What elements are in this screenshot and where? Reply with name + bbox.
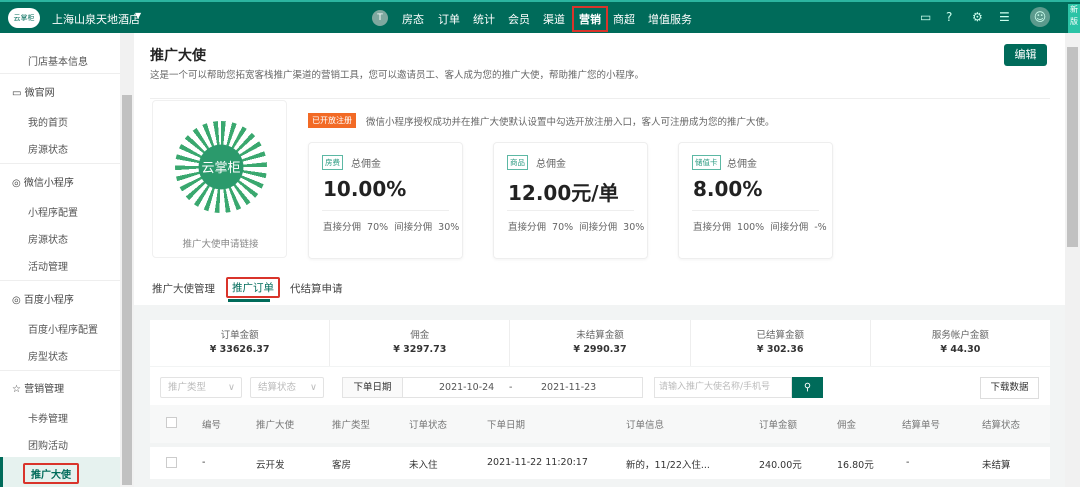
date-range-picker[interactable]: 下单日期 2021-10-24 - 2021-11-23 (342, 377, 643, 398)
gear-icon[interactable]: ⚙ (972, 10, 983, 24)
main-content: 推广大使 这是一个可以帮助您拓宽客栈推广渠道的营销工具，您可以邀请员工、客人成为… (134, 33, 1065, 487)
sidebar: 门店基本信息 ▭ 微官网 我的首页 房源状态 ◎ 微信小程序 小程序配置 房源状… (0, 33, 120, 487)
sidebar-item[interactable]: 百度小程序配置 (28, 321, 98, 336)
commission-card-room: 房费 总佣金 10.00% 直接分佣 70% 间接分佣 30% (308, 142, 463, 259)
stats-summary: 订单金额 ¥ 33626.37 佣金 ¥ 3297.73 未结算金额 ¥ 2990.3… (150, 320, 1050, 366)
caret-down-icon[interactable]: ▼ (135, 11, 141, 20)
avatar[interactable]: ☺ (1030, 7, 1050, 27)
sidebar-scrollbar[interactable] (120, 33, 134, 487)
sidebar-item[interactable]: 卡券管理 (28, 410, 68, 425)
message-icon[interactable]: ▭ (920, 10, 931, 24)
filter-bar: 推广类型 ∨ 结算状态 ∨ 下单日期 2021-10-24 - 2021-11-23… (150, 367, 1050, 405)
marketing-icon: ☆ (12, 384, 25, 395)
select-all-checkbox[interactable] (166, 417, 177, 428)
commission-card-goods: 商品 总佣金 12.00元/单 直接分佣 70% 间接分佣 30% (493, 142, 648, 259)
nav-value-added[interactable]: 增值服务 (648, 11, 692, 27)
tab-ambassador-management[interactable]: 推广大使管理 (152, 281, 215, 296)
nav-channels[interactable]: 渠道 (543, 11, 565, 27)
nav-marketing[interactable]: 营销 (572, 6, 608, 32)
help-icon[interactable]: ? (946, 10, 952, 24)
menu-icon[interactable]: ☰ (999, 10, 1010, 24)
search-icon: ⚲ (803, 382, 812, 393)
sidebar-item[interactable]: 我的首页 (28, 114, 68, 129)
sidebar-item[interactable]: 房源状态 (28, 231, 68, 246)
download-button[interactable]: 下载数据 (980, 377, 1039, 399)
sidebar-item[interactable]: 房源状态 (28, 141, 68, 156)
sidebar-item[interactable]: 房型状态 (28, 348, 68, 363)
nav-stats[interactable]: 统计 (473, 11, 495, 27)
notice-text: 微信小程序授权成功并在推广大使默认设置中勾选开放注册入口，客人可注册成为您的推广… (366, 117, 775, 128)
edit-button[interactable]: 编辑 (1004, 44, 1047, 66)
sidebar-group-marketing[interactable]: ☆ 营销管理 (12, 380, 64, 395)
row-checkbox[interactable] (166, 457, 177, 468)
tab-settlement-requests[interactable]: 代结算申请 (290, 281, 343, 296)
search-input[interactable]: 请输入推广大使名称/手机号 (654, 377, 792, 398)
sidebar-item[interactable]: 团购活动 (28, 437, 68, 452)
new-version-tag[interactable]: 新版 (1068, 4, 1080, 34)
sidebar-group-wechat[interactable]: ◎ 微信小程序 (12, 174, 74, 189)
nav-mall[interactable]: 商超 (613, 11, 635, 27)
nav-room-status[interactable]: 房态 (402, 11, 424, 27)
commission-card-stored-value: 储值卡 总佣金 8.00% 直接分佣 100% 间接分佣 -% (678, 142, 833, 259)
sidebar-item[interactable]: 活动管理 (28, 258, 68, 273)
pin-icon[interactable]: T (372, 10, 388, 26)
sidebar-item[interactable]: 小程序配置 (28, 204, 78, 219)
search-button[interactable]: ⚲ (792, 377, 823, 398)
sidebar-group-website[interactable]: ▭ 微官网 (12, 84, 55, 99)
qr-code-card[interactable]: 云掌柜 推广大使申请链接 (152, 100, 287, 258)
registration-open-badge: 已开放注册 (308, 113, 356, 128)
table-header: 编号 推广大使 推广类型 订单状态 下单日期 订单信息 订单金额 佣金 结算单号… (150, 405, 1050, 443)
monitor-icon: ▭ (12, 88, 25, 99)
tab-promotion-orders[interactable]: 推广订单 (226, 277, 280, 298)
main-scrollbar[interactable] (1065, 33, 1080, 487)
page-title: 推广大使 (150, 48, 206, 64)
compass-icon: ◎ (12, 178, 24, 189)
promotion-type-select[interactable]: 推广类型 ∨ (160, 377, 242, 398)
top-nav-bar: 云掌柜 上海山泉天地酒店 ▼ T 房态 订单 统计 会员 渠道 营销 商超 增值… (0, 0, 1080, 34)
settlement-status-select[interactable]: 结算状态 ∨ (250, 377, 324, 398)
sidebar-group-baidu[interactable]: ◎ 百度小程序 (12, 291, 74, 306)
hotel-selector[interactable]: 上海山泉天地酒店 (52, 11, 140, 27)
qr-code-image: 云掌柜 (175, 121, 267, 213)
sidebar-item-store-info[interactable]: 门店基本信息 (28, 53, 88, 68)
page-description: 这是一个可以帮助您拓宽客栈推广渠道的营销工具，您可以邀请员工、客人成为您的推广大… (150, 70, 645, 81)
nav-orders[interactable]: 订单 (438, 11, 460, 27)
sidebar-item-ambassador[interactable]: 推广大使 (0, 457, 120, 487)
nav-members[interactable]: 会员 (508, 11, 530, 27)
qr-caption: 推广大使申请链接 (182, 239, 259, 250)
compass-icon: ◎ (12, 295, 24, 306)
table-row[interactable]: - 云开发 客房 未入住 2021-11-22 11:20:17 新的，11/2… (150, 447, 1050, 479)
logo[interactable]: 云掌柜 (8, 8, 40, 28)
